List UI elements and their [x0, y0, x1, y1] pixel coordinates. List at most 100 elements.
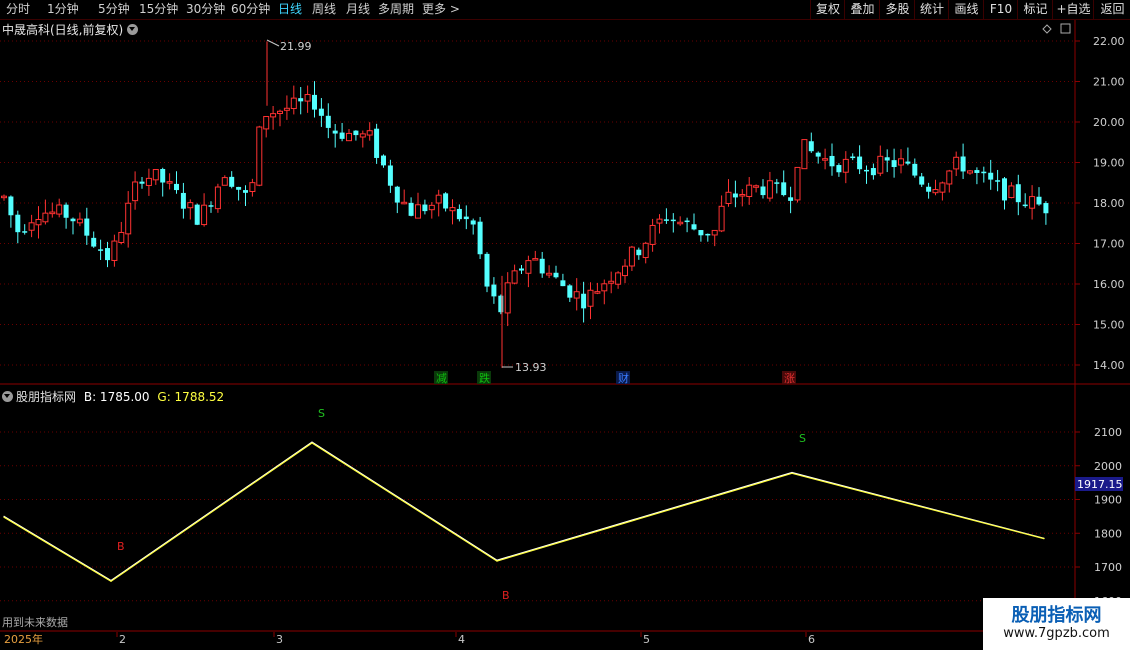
candle-body-up: [822, 158, 829, 161]
statistics-button[interactable]: 统计: [914, 0, 949, 19]
indicator-point-g: [311, 442, 313, 444]
candle-body-down: [829, 155, 835, 167]
candle-body-up: [166, 181, 173, 184]
candle-body-up: [449, 207, 456, 212]
candle-body-down: [560, 280, 566, 287]
candle-body-down: [905, 161, 911, 164]
candle-body-down: [919, 176, 925, 185]
event-marker-finance-label: 财: [618, 371, 629, 385]
candle-body-down: [498, 295, 504, 313]
top-toolbar: 分时 1分钟 5分钟 15分钟 30分钟 60分钟 日线 周线 月线 多周期 更…: [0, 0, 1130, 20]
time-label-may: 5: [643, 633, 650, 646]
add-favorite-button[interactable]: +自选: [1052, 0, 1094, 19]
candle-body-down: [236, 186, 242, 190]
candle-body-down: [63, 204, 69, 218]
candle-body-down: [374, 128, 380, 158]
candle-body-down: [781, 182, 787, 196]
candle-body-down: [870, 168, 876, 176]
candle-body-down: [318, 108, 324, 116]
event-marker-fall[interactable]: 跌: [477, 371, 491, 385]
indicator-point-g: [496, 560, 498, 562]
back-button[interactable]: 返回: [1093, 0, 1130, 19]
candle-body-up: [525, 260, 532, 274]
candle-body-up: [221, 177, 228, 186]
candle-body-down: [408, 202, 414, 216]
multi-stock-button[interactable]: 多股: [879, 0, 915, 19]
indicator-point-b: [311, 441, 313, 443]
candle-body-down: [194, 204, 200, 225]
watermark-url: www.7gpzb.com: [1003, 626, 1110, 641]
candle-body-up: [283, 107, 290, 111]
candle-body-down: [705, 233, 711, 236]
period-tab-more[interactable]: 更多 >: [422, 1, 460, 18]
candle-body-up: [532, 258, 539, 261]
candle-body-up: [277, 110, 283, 114]
candle-body-up: [346, 132, 352, 142]
fuquan-button[interactable]: 复权: [810, 0, 845, 19]
f10-button[interactable]: F10: [983, 0, 1018, 19]
candle-body-up: [725, 191, 732, 204]
candle-body-down: [15, 214, 21, 233]
chevron-down-icon[interactable]: [127, 24, 139, 35]
indicator-point-b: [1043, 537, 1045, 539]
candle-body-down: [636, 249, 642, 256]
candle-body-up: [946, 170, 953, 185]
candle-body-up: [132, 181, 139, 202]
mark-button[interactable]: 标记: [1017, 0, 1053, 19]
period-tab-fenshi[interactable]: 分时: [6, 1, 30, 18]
period-tab-30min[interactable]: 30分钟: [186, 1, 225, 18]
candle-body-up: [766, 180, 773, 199]
event-marker-rise[interactable]: 涨: [782, 371, 796, 385]
diamond-icon[interactable]: [1042, 24, 1052, 34]
candle-body-down: [581, 293, 587, 309]
candle-body-down: [84, 218, 90, 236]
candle-body-down: [698, 230, 704, 236]
stock-title[interactable]: 中晟高科(日线,前复权): [2, 21, 139, 38]
overlay-button[interactable]: 叠加: [844, 0, 880, 19]
event-marker-reduce-label: 减: [436, 372, 447, 385]
period-tab-15min[interactable]: 15分钟: [139, 1, 178, 18]
period-tab-weekly[interactable]: 周线: [312, 1, 336, 18]
event-marker-finance[interactable]: 财: [616, 371, 630, 385]
period-tab-1min[interactable]: 1分钟: [47, 1, 79, 18]
candle-body-down: [567, 285, 573, 298]
candle-body-up: [401, 201, 408, 205]
indicator-tick-label: 1700: [1094, 561, 1122, 574]
candle-body-up: [187, 202, 194, 209]
time-label-jun: 6: [808, 633, 815, 646]
candle-body-down: [519, 268, 524, 271]
indicator-header[interactable]: 股朋指标网 B: 1785.00 G: 1788.52: [2, 388, 224, 405]
candle-body-up: [42, 212, 49, 223]
low-price-label: 13.93: [515, 361, 547, 374]
candle-body-down: [470, 220, 476, 225]
candle-body-up: [622, 265, 628, 277]
indicator-name: 股朋指标网: [16, 390, 77, 404]
candle-body-down: [884, 157, 890, 161]
indicator-point-b: [496, 559, 498, 561]
event-marker-reduce[interactable]: 减: [434, 371, 448, 385]
candle-body-up: [1029, 196, 1036, 209]
period-tab-multi[interactable]: 多周期: [378, 1, 414, 18]
period-tab-monthly[interactable]: 月线: [346, 1, 370, 18]
scroll-box-icon[interactable]: [1060, 23, 1071, 34]
candle-body-up: [746, 184, 753, 198]
period-tab-daily[interactable]: 日线: [278, 1, 302, 18]
candle-body-down: [477, 221, 483, 255]
indicator-point-g: [110, 580, 112, 582]
candle-body-down: [456, 208, 462, 220]
price-tick-label: 16.00: [1093, 278, 1125, 291]
draw-line-button[interactable]: 画线: [948, 0, 984, 19]
candle-body-down: [139, 181, 145, 184]
period-tab-60min[interactable]: 60分钟: [231, 1, 270, 18]
chevron-down-icon[interactable]: [2, 391, 13, 402]
kline-chart-area: 22.00 21.00 20.00 19.00 18.00 17.00 16.00 15.00…: [0, 20, 1130, 646]
candle-body-down: [926, 186, 932, 192]
candle-body-up: [642, 242, 649, 259]
candle-body-up: [753, 185, 760, 188]
candle-body-down: [312, 94, 317, 110]
candle-body-up: [359, 133, 366, 138]
candle-body-up: [56, 204, 63, 215]
candle-body-down: [988, 172, 994, 180]
period-tab-5min[interactable]: 5分钟: [98, 1, 130, 18]
candle-body-down: [891, 160, 897, 168]
